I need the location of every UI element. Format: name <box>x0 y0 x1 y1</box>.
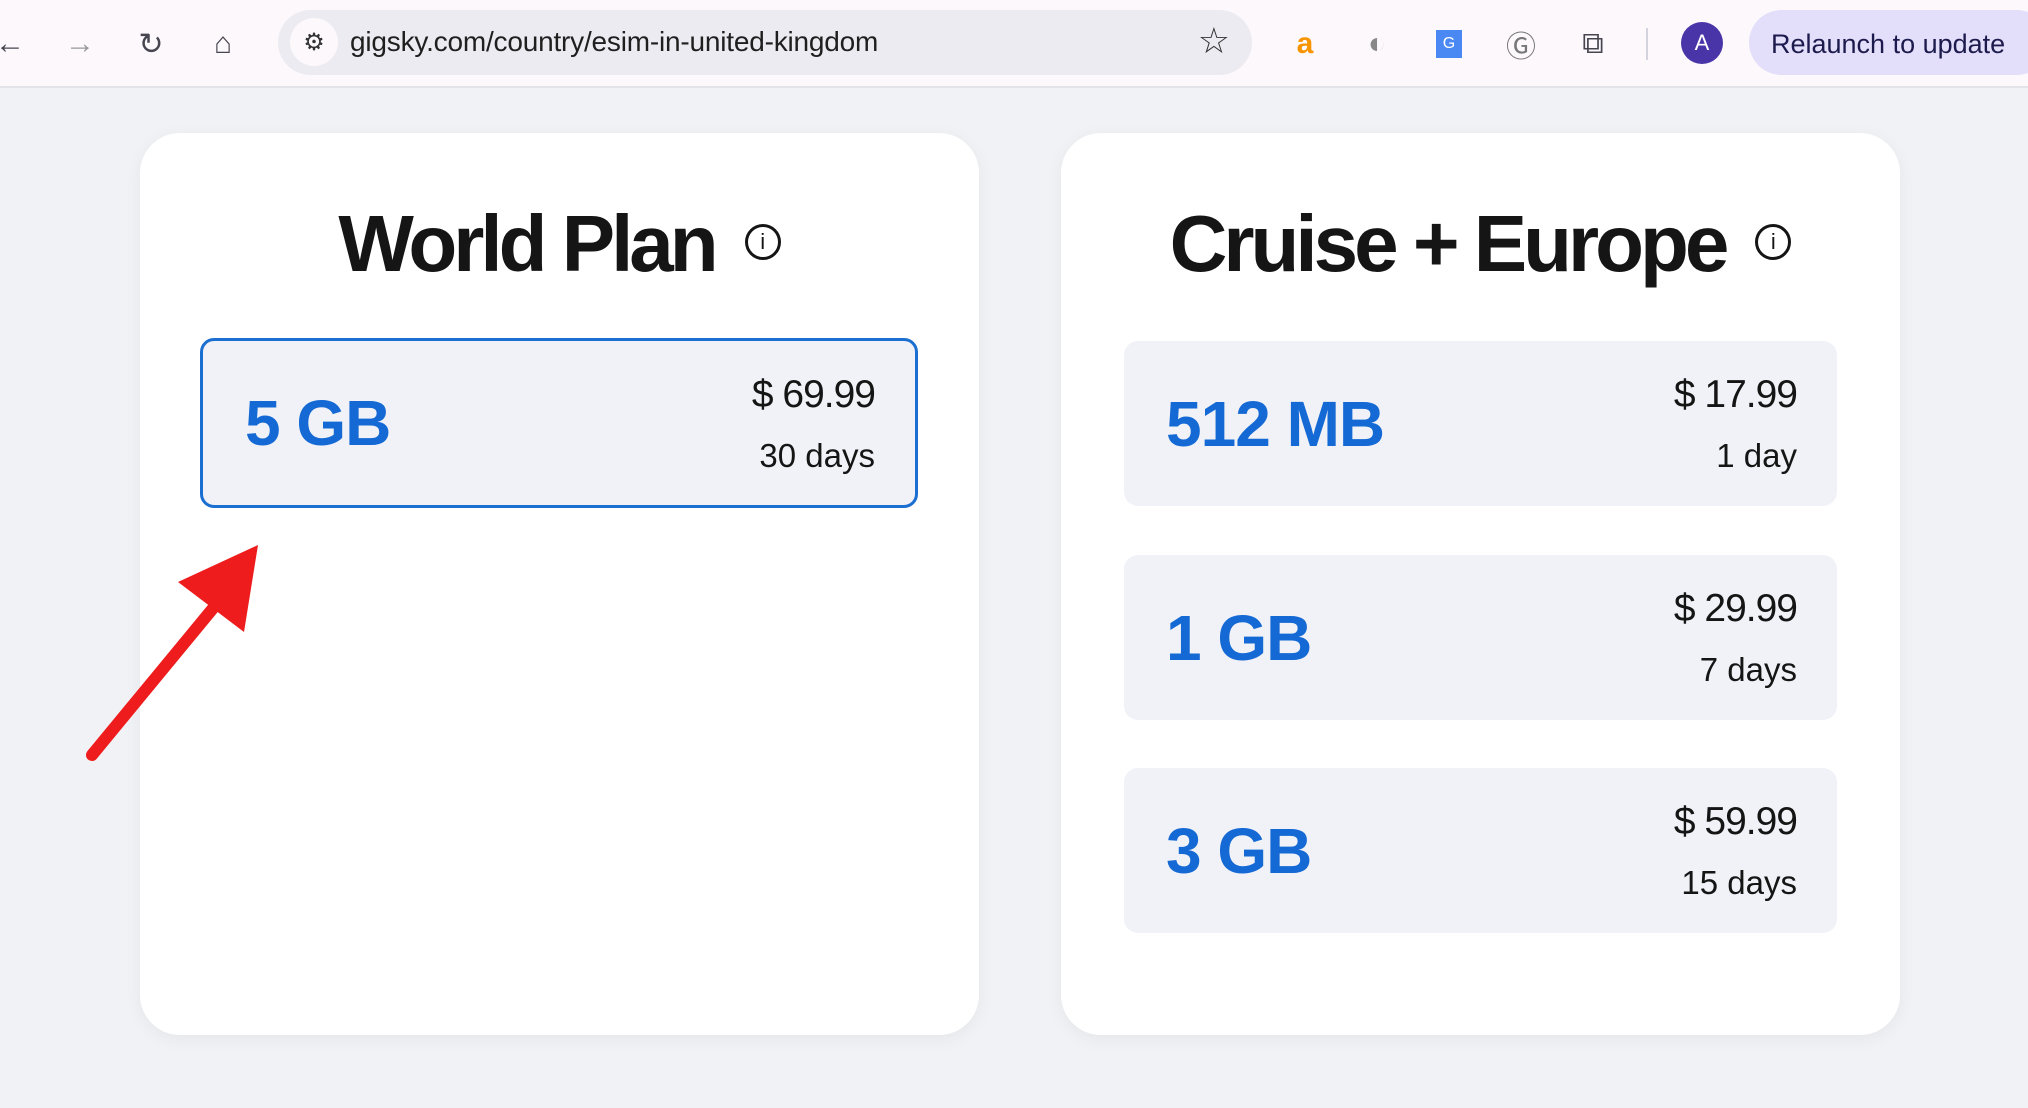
toolbar-divider <box>1646 28 1648 60</box>
option-duration: 7 days <box>1699 651 1797 688</box>
plan-option[interactable]: 3 GB $ 59.99 15 days <box>1124 768 1837 933</box>
avatar[interactable]: A <box>1681 22 1723 64</box>
info-icon[interactable]: i <box>744 223 781 260</box>
option-price: $ 17.99 <box>1673 373 1798 416</box>
extensions-puzzle-icon[interactable]: ⧉ <box>1573 24 1613 64</box>
plan-option[interactable]: 512 MB $ 17.99 1 day <box>1124 341 1837 506</box>
plan-card-cruise-europe: Cruise + Europe i 512 MB $ 17.99 1 day 1 … <box>1061 133 1900 1035</box>
annotation-arrow-icon <box>86 545 258 761</box>
option-duration: 15 days <box>1681 864 1797 901</box>
option-price: $ 29.99 <box>1673 587 1798 630</box>
url-text[interactable]: gigsky.com/country/esim-in-united-kingdo… <box>350 26 878 58</box>
option-data: 3 GB <box>1166 814 1312 887</box>
option-duration: 1 day <box>1716 437 1797 474</box>
option-price: $ 59.99 <box>1673 800 1798 843</box>
option-data: 1 GB <box>1166 601 1312 674</box>
option-price: $ 69.99 <box>751 373 876 416</box>
extension-icon[interactable]: ◐ <box>1357 24 1397 64</box>
plan-title: Cruise + Europe i <box>1061 198 1900 290</box>
bookmark-star-icon[interactable]: ☆ <box>1198 20 1230 62</box>
info-icon[interactable]: i <box>1755 223 1792 260</box>
grammarly-icon[interactable]: Ⓖ <box>1501 24 1541 64</box>
relaunch-button[interactable]: Relaunch to update <box>1749 10 2028 75</box>
plan-title-text: Cruise + Europe <box>1169 199 1730 288</box>
option-duration: 30 days <box>759 437 875 474</box>
address-bar[interactable]: ⚙ gigsky.com/country/esim-in-united-king… <box>278 10 1252 75</box>
option-data: 512 MB <box>1166 387 1385 460</box>
amazon-extension-icon[interactable]: a <box>1285 24 1325 64</box>
plan-option[interactable]: 1 GB $ 29.99 7 days <box>1124 555 1837 720</box>
google-translate-icon[interactable]: G <box>1429 24 1469 64</box>
